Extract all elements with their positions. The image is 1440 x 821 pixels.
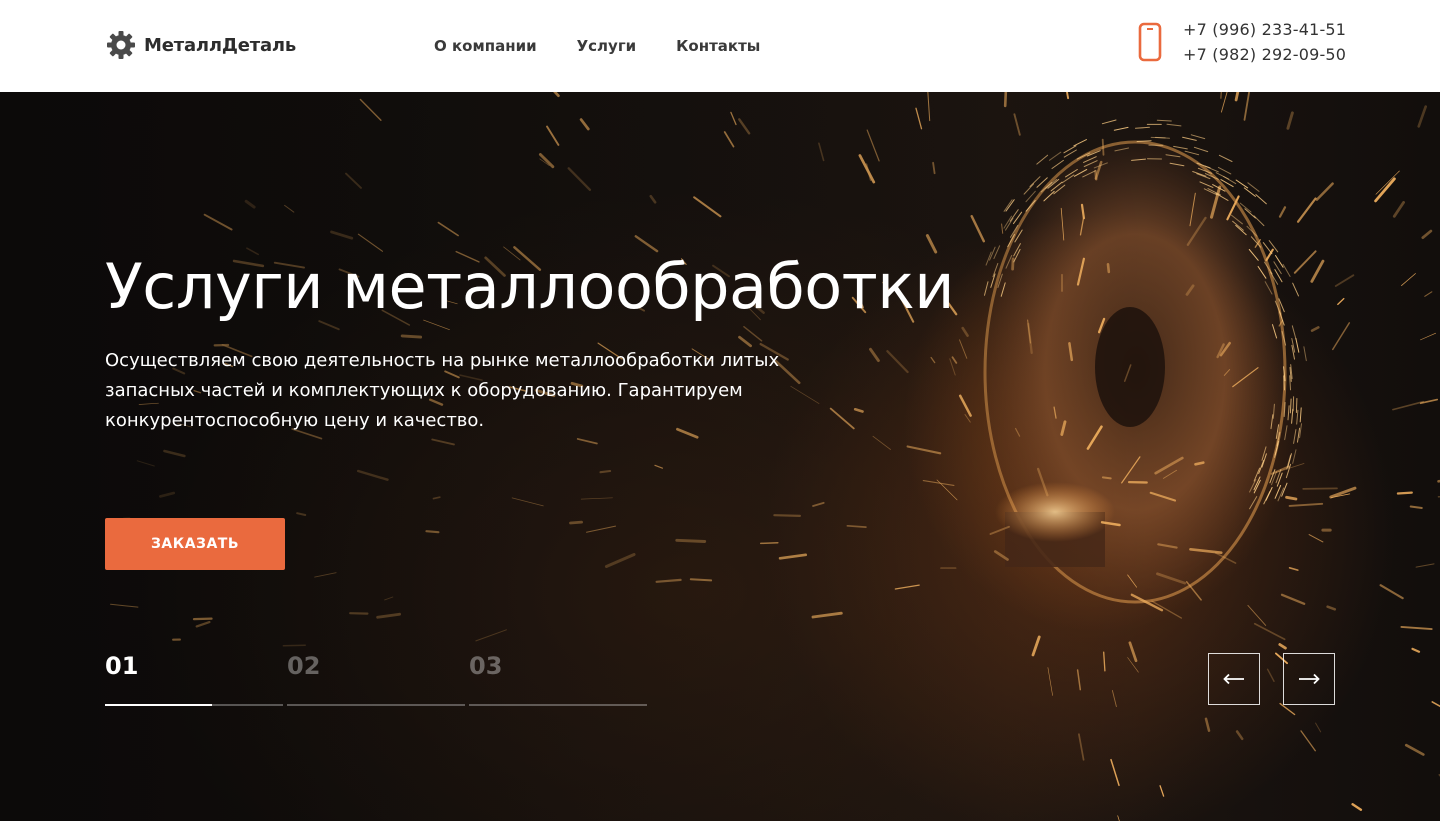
phone-icon (1138, 22, 1162, 62)
slide-progress-bar (287, 704, 465, 706)
site-header: МеталлДеталь О компании Услуги Контакты … (0, 0, 1440, 92)
slider-prev-button[interactable] (1208, 653, 1260, 705)
brand-name: МеталлДеталь (144, 34, 297, 56)
slide-number: 02 (287, 652, 321, 680)
nav-item-about[interactable]: О компании (434, 37, 537, 55)
slide-progress-bar (105, 704, 283, 706)
arrow-right-icon (1299, 673, 1320, 685)
nav-item-contacts[interactable]: Контакты (676, 37, 760, 55)
order-button[interactable]: ЗАКАЗАТЬ (105, 518, 285, 570)
slide-number: 01 (105, 652, 139, 680)
gear-icon (107, 31, 135, 59)
logo[interactable]: МеталлДеталь (106, 30, 296, 60)
contact-phones: +7 (996) 233-41-51 +7 (982) 292-09-50 (1137, 20, 1346, 64)
nav-item-services[interactable]: Услуги (577, 37, 637, 55)
slide-tab-2[interactable]: 02 (287, 652, 465, 706)
hero-slider: Услуги металлообработки Осуществляем сво… (0, 92, 1440, 821)
slide-progress-fill (105, 704, 212, 706)
hero-description: Осуществляем свою деятельность на рынке … (105, 350, 780, 431)
phone-number-2[interactable]: +7 (982) 292-09-50 (1183, 45, 1346, 64)
slider-next-button[interactable] (1283, 653, 1335, 705)
arrow-left-icon (1223, 673, 1244, 685)
slide-tab-3[interactable]: 03 (469, 652, 647, 706)
slide-progress-bar (469, 704, 647, 706)
slide-tab-1[interactable]: 01 (105, 652, 283, 706)
hero-title: Услуги металлообработки (105, 250, 955, 323)
main-nav: О компании Услуги Контакты (434, 37, 760, 55)
slide-pagination: 01 02 03 (105, 652, 647, 706)
slide-number: 03 (469, 652, 503, 680)
phone-number-1[interactable]: +7 (996) 233-41-51 (1183, 20, 1346, 39)
